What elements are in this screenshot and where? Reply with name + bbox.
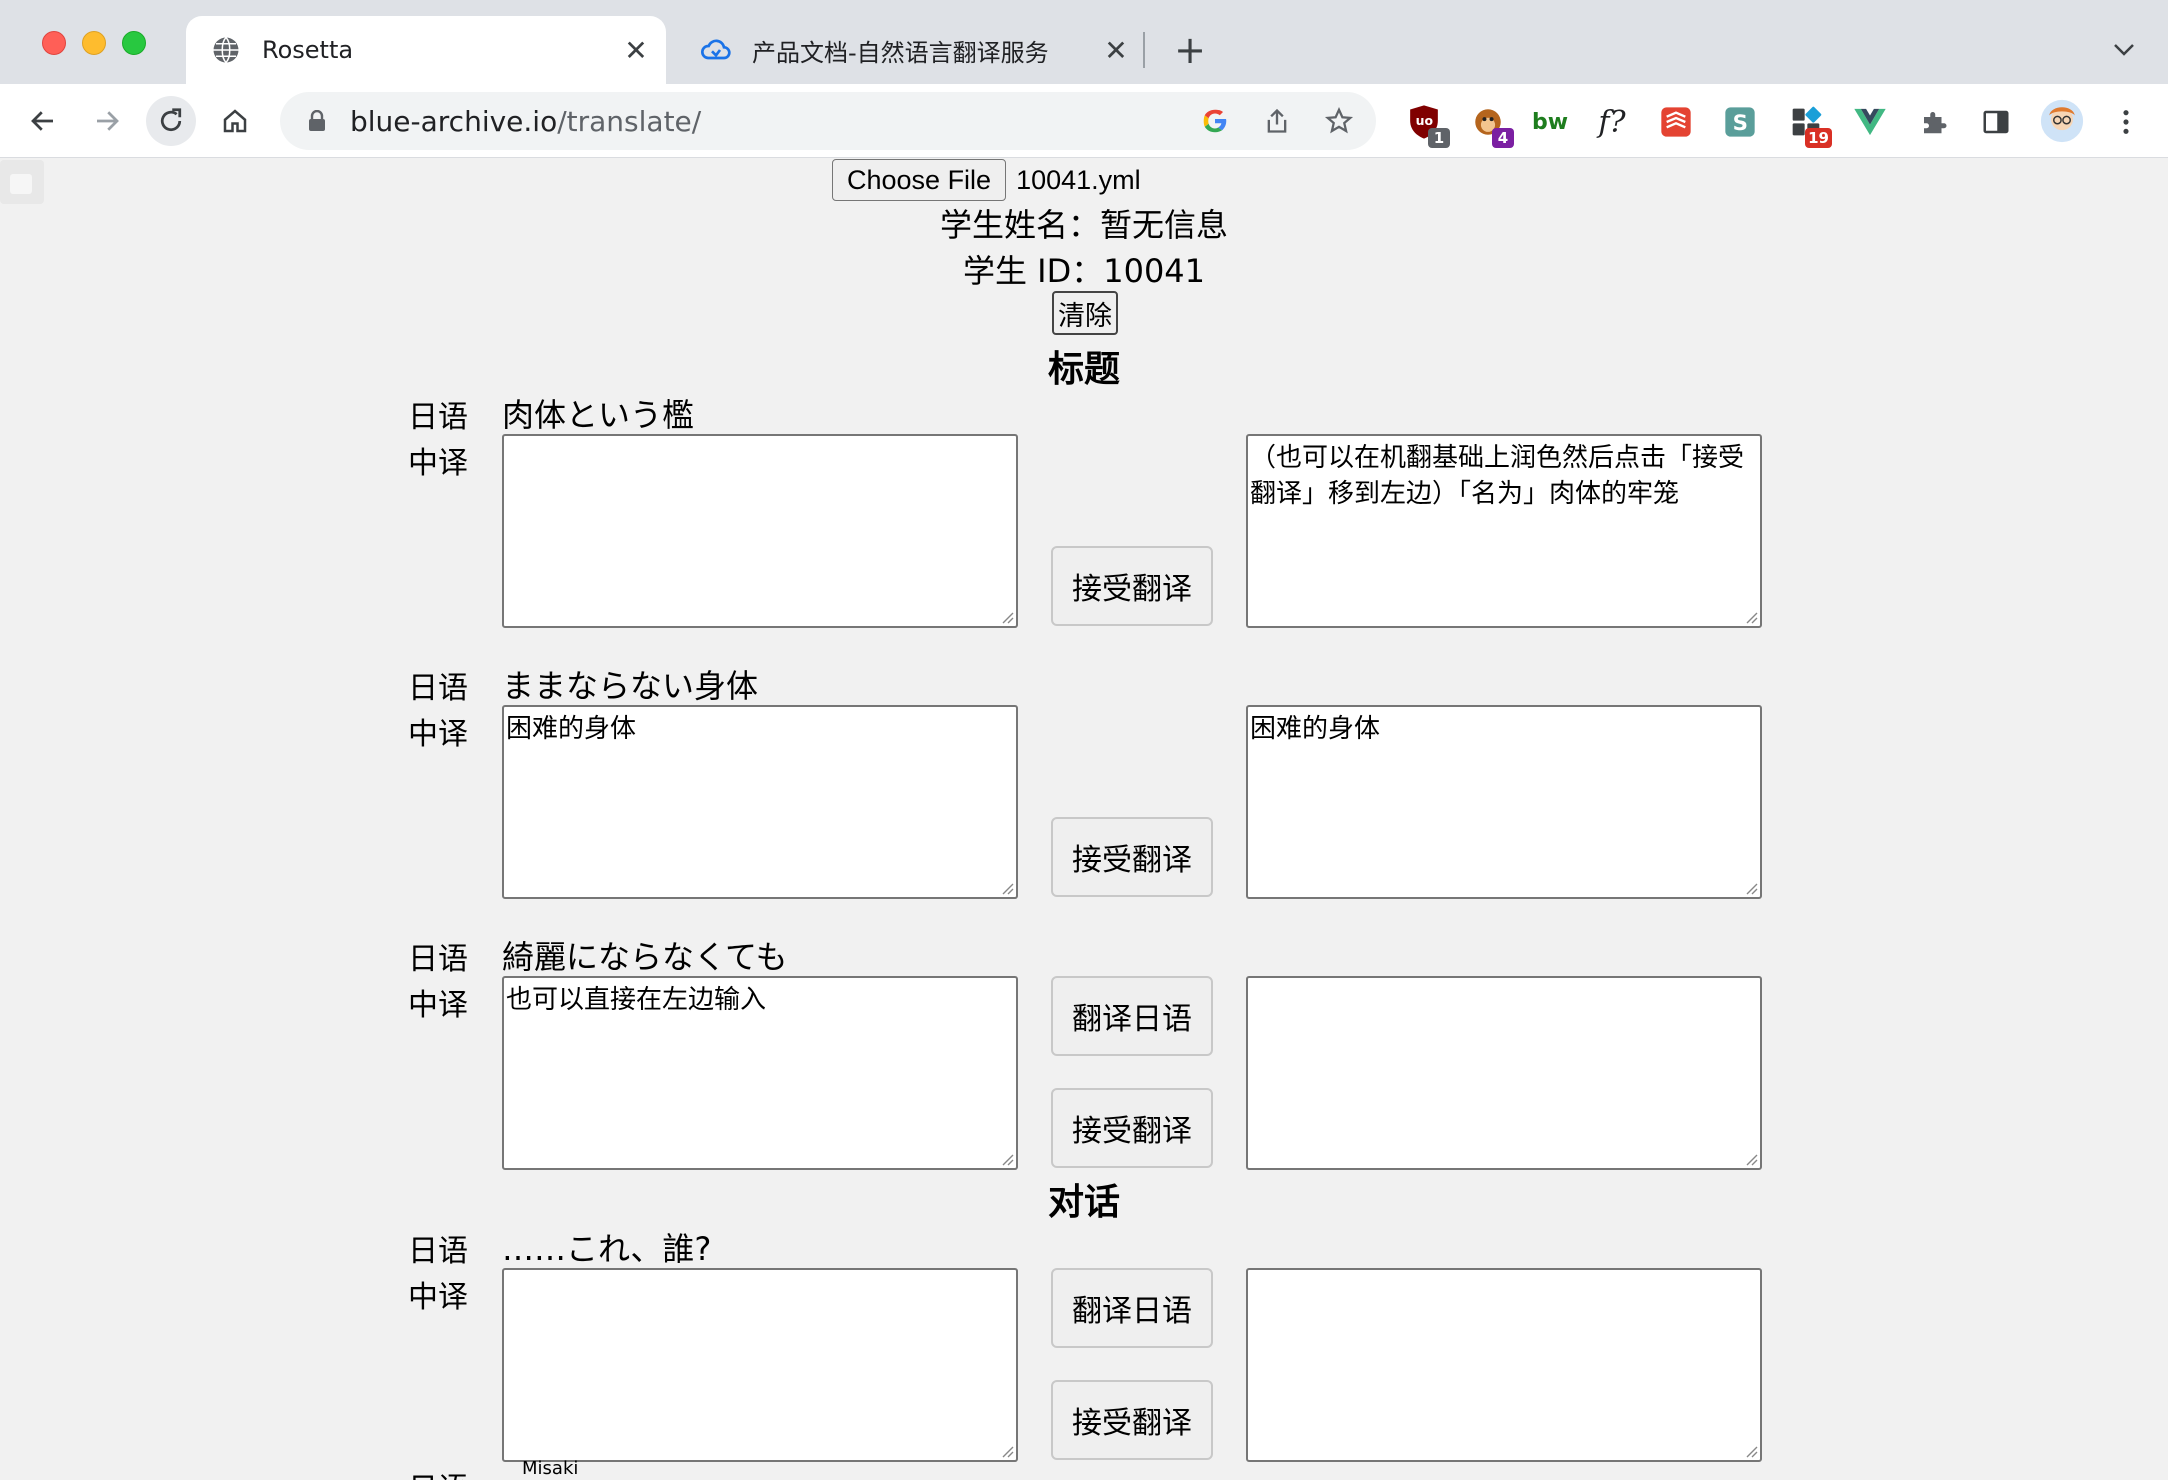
japanese-text: 綺麗にならなくても — [502, 938, 788, 976]
japanese-text: ままならない身体 — [502, 667, 759, 705]
machine-translation-output[interactable] — [1246, 976, 1762, 1170]
chevron-down-icon[interactable] — [2104, 28, 2144, 72]
label-chinese: 中译 — [408, 446, 468, 481]
forward-icon[interactable] — [82, 96, 132, 146]
home-icon[interactable] — [210, 96, 260, 146]
label-chinese: 中译 — [408, 1280, 468, 1315]
close-icon[interactable]: ✕ — [616, 30, 656, 70]
avatar[interactable] — [2040, 99, 2084, 143]
chinese-translation-value: 困难的身体 — [506, 714, 637, 744]
sidepanel-icon[interactable] — [1976, 102, 2016, 142]
reload-icon[interactable] — [146, 96, 196, 146]
resize-grip-icon[interactable] — [1744, 1152, 1758, 1166]
corner-widget — [0, 160, 44, 204]
globe-icon — [210, 34, 242, 66]
tab-strip: Rosetta ✕ 产品文档-自然语言翻译服务 ✕ + — [0, 0, 2168, 84]
section-dialog-heading: 对话 — [1047, 1182, 1120, 1223]
chinese-translation-input[interactable] — [502, 434, 1018, 628]
translate-japanese-button[interactable]: 翻译日语 — [1051, 976, 1213, 1056]
blocks-icon[interactable]: 19 — [1786, 102, 1832, 148]
label-japanese: 日语 — [408, 671, 468, 706]
chinese-translation-input[interactable]: 也可以直接在左边输入 — [502, 976, 1018, 1170]
label-japanese: 日语 — [408, 400, 468, 435]
monkey-badge: 4 — [1492, 128, 1514, 148]
cloud-icon — [700, 34, 732, 66]
formula-icon[interactable]: f? — [1592, 102, 1632, 142]
page-content: Choose File 10041.yml 学生姓名：暂无信息 学生 ID：10… — [0, 158, 2168, 1480]
resize-grip-icon[interactable] — [1000, 1152, 1014, 1166]
ublock-icon[interactable]: uo 1 — [1404, 102, 1450, 148]
formula-label: f? — [1598, 104, 1626, 140]
close-icon[interactable]: ✕ — [1096, 30, 1136, 70]
label-japanese: 日语 — [408, 942, 468, 977]
machine-translation-output[interactable] — [1246, 1268, 1762, 1462]
puzzle-icon[interactable] — [1914, 102, 1954, 142]
browser-toolbar: blue-archive.io/translate/ uo 1 4 bw f? … — [0, 84, 2168, 158]
accept-translation-button[interactable]: 接受翻译 — [1051, 1088, 1213, 1168]
window-minimize-button[interactable] — [82, 31, 106, 55]
window-close-button[interactable] — [42, 31, 66, 55]
tab-separator — [1143, 32, 1145, 68]
section-title-heading: 标题 — [1047, 349, 1120, 390]
label-chinese: 中译 — [408, 717, 468, 752]
translate-japanese-button[interactable]: 翻译日语 — [1051, 1268, 1213, 1348]
speaker-name: Misaki — [522, 1458, 579, 1479]
s-icon[interactable]: S — [1720, 102, 1760, 142]
address-bar[interactable]: blue-archive.io/translate/ — [280, 92, 1376, 150]
resize-grip-icon[interactable] — [1744, 1444, 1758, 1458]
chinese-translation-input[interactable]: 困难的身体 — [502, 705, 1018, 899]
resize-grip-icon[interactable] — [1744, 610, 1758, 624]
resize-grip-icon[interactable] — [1000, 610, 1014, 624]
chinese-translation-value: 也可以直接在左边输入 — [506, 985, 767, 1015]
menu-icon[interactable] — [2106, 102, 2146, 142]
student-name: 学生姓名：暂无信息 — [939, 206, 1228, 244]
accept-translation-button[interactable]: 接受翻译 — [1051, 546, 1213, 626]
tab-title: 产品文档-自然语言翻译服务 — [752, 38, 1049, 67]
resize-grip-icon[interactable] — [1000, 881, 1014, 895]
accept-translation-button[interactable]: 接受翻译 — [1051, 1380, 1213, 1460]
url-host: blue-archive.io — [350, 104, 558, 138]
machine-translation-value: 困难的身体 — [1250, 714, 1381, 744]
accept-translation-button[interactable]: 接受翻译 — [1051, 817, 1213, 897]
lock-icon[interactable] — [308, 109, 328, 133]
label-japanese: 日语 — [408, 1234, 468, 1269]
back-icon[interactable] — [18, 96, 68, 146]
todoist-icon[interactable] — [1656, 102, 1696, 142]
star-icon[interactable] — [1322, 104, 1356, 138]
url-path: /translate/ — [557, 104, 702, 138]
vue-icon[interactable] — [1850, 102, 1890, 142]
url-text: blue-archive.io/translate/ — [350, 105, 701, 138]
tab-product-docs[interactable]: 产品文档-自然语言翻译服务 ✕ — [676, 16, 1146, 84]
chinese-translation-input[interactable] — [502, 1268, 1018, 1462]
file-name: 10041.yml — [1016, 164, 1141, 195]
tab-title: Rosetta — [262, 36, 354, 64]
choose-file-button[interactable]: Choose File — [832, 159, 1007, 201]
ublock-badge: 1 — [1428, 128, 1450, 148]
student-id: 学生 ID：10041 — [962, 252, 1206, 290]
window-zoom-button[interactable] — [122, 31, 146, 55]
label-chinese: 中译 — [408, 988, 468, 1023]
label-japanese: 日语 — [408, 1464, 468, 1480]
machine-translation-output[interactable]: （也可以在机翻基础上润色然后点击「接受翻译」移到左边）「名为」肉体的牢笼 — [1246, 434, 1762, 628]
file-picker: Choose File 10041.yml — [832, 158, 1141, 202]
machine-translation-output[interactable]: 困难的身体 — [1246, 705, 1762, 899]
monkey-icon[interactable]: 4 — [1468, 102, 1514, 148]
google-icon[interactable] — [1198, 104, 1232, 138]
resize-grip-icon[interactable] — [1744, 881, 1758, 895]
bw-label: bw — [1531, 109, 1569, 135]
machine-translation-value: （也可以在机翻基础上润色然后点击「接受翻译」移到左边）「名为」肉体的牢笼 — [1250, 443, 1745, 509]
new-tab-button[interactable]: + — [1168, 28, 1212, 72]
tab-rosetta[interactable]: Rosetta ✕ — [186, 16, 666, 84]
japanese-text: ……これ、誰? — [502, 1230, 712, 1268]
share-icon[interactable] — [1260, 104, 1294, 138]
blocks-badge: 19 — [1805, 128, 1832, 148]
resize-grip-icon[interactable] — [1000, 1444, 1014, 1458]
japanese-text: 肉体という檻 — [502, 396, 695, 434]
bw-icon[interactable]: bw — [1530, 102, 1570, 142]
svg-text:uo: uo — [1416, 113, 1434, 128]
clear-button[interactable]: 清除 — [1052, 291, 1118, 335]
svg-text:S: S — [1733, 111, 1748, 136]
